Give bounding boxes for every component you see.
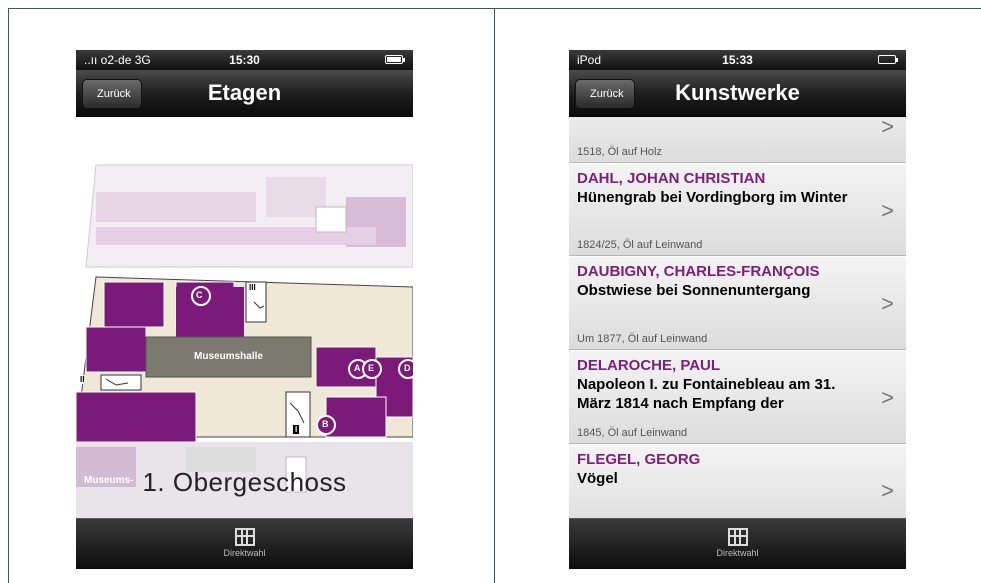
stair-tag-iii: III	[249, 283, 256, 292]
chevron-right-icon: >	[881, 117, 894, 139]
artwork-meta: 1518, Öl auf Holz	[577, 146, 662, 158]
marker-e[interactable]: E	[368, 363, 374, 373]
artwork-title: Napoleon I. zu Fontainebleau am 31. März…	[577, 376, 836, 412]
artwork-title: Vögel	[577, 470, 618, 487]
phone-artworks: iPod 15:33 Zurück Kunstwerke 1518, Öl au…	[569, 50, 906, 569]
artwork-meta: Um 1877, Öl auf Leinwand	[577, 333, 708, 345]
list-item[interactable]: DAUBIGNY, CHARLES-FRANÇOIS Obstwiese bei…	[569, 257, 906, 350]
tab-direktwahl[interactable]: Direktwahl	[76, 518, 413, 569]
tab-label: Direktwahl	[716, 548, 759, 558]
frame-divider	[494, 8, 495, 583]
nav-bar: Zurück Kunstwerke	[569, 70, 906, 117]
phone-floors: ..ıı o2-de 3G 15:30 Zurück Etagen Museum…	[76, 50, 413, 569]
tab-label: Direktwahl	[223, 548, 266, 558]
chevron-right-icon: >	[881, 197, 894, 223]
page-title: Kunstwerke	[675, 80, 800, 105]
list-item[interactable]: DELAROCHE, PAUL Napoleon I. zu Fontaineb…	[569, 351, 906, 444]
artwork-meta: 1824/25, Öl auf Leinwand	[577, 239, 703, 251]
marker-c[interactable]: C	[196, 290, 203, 300]
status-time: 15:30	[229, 53, 260, 67]
chevron-right-icon: >	[881, 477, 894, 503]
list-item[interactable]: 1518, Öl auf Holz >	[569, 117, 906, 163]
marker-d[interactable]: D	[404, 363, 411, 373]
artist-name: FLEGEL, GEORG	[577, 451, 701, 468]
chevron-right-icon: >	[881, 385, 894, 410]
artwork-list[interactable]: 1518, Öl auf Holz > DAHL, JOHAN CHRISTIA…	[569, 117, 906, 519]
artist-name: DAUBIGNY, CHARLES-FRANÇOIS	[577, 263, 820, 280]
list-item[interactable]: FLEGEL, GEORG Vögel >	[569, 445, 906, 519]
floor-level-label: 1. Obergeschoss	[142, 467, 347, 497]
floor-plan-graphic	[76, 164, 413, 519]
marker-b[interactable]: B	[322, 419, 329, 429]
artwork-meta: 1845, Öl auf Leinwand	[577, 427, 688, 439]
status-bar: ..ıı o2-de 3G 15:30	[76, 50, 413, 70]
status-time: 15:33	[722, 53, 753, 67]
artwork-title: Obstwiese bei Sonnenuntergang	[577, 282, 811, 299]
chevron-right-icon: >	[881, 291, 894, 316]
grid-icon	[727, 528, 748, 546]
artist-name: DELAROCHE, PAUL	[577, 357, 721, 374]
floor-map[interactable]: Museumshalle Museums- C A E D B III II I…	[76, 117, 413, 519]
museumshalle-label[interactable]: Museumshalle	[146, 351, 311, 362]
battery-icon	[385, 55, 405, 64]
stair-tag-i: I	[293, 425, 300, 434]
artist-name: DAHL, JOHAN CHRISTIAN	[577, 170, 766, 187]
list-item[interactable]: DAHL, JOHAN CHRISTIAN Hünengrab bei Vord…	[569, 164, 906, 256]
artwork-title: Hünengrab bei Vordingborg im Winter	[577, 189, 848, 206]
status-bar: iPod 15:33	[569, 50, 906, 70]
stair-tag-ii: II	[80, 375, 85, 384]
tab-direktwahl[interactable]: Direktwahl	[569, 518, 906, 569]
battery-icon	[878, 55, 898, 64]
marker-a[interactable]: A	[354, 363, 361, 373]
nav-bar: Zurück Etagen	[76, 70, 413, 117]
grid-icon	[234, 528, 255, 546]
page-title: Etagen	[207, 80, 282, 105]
